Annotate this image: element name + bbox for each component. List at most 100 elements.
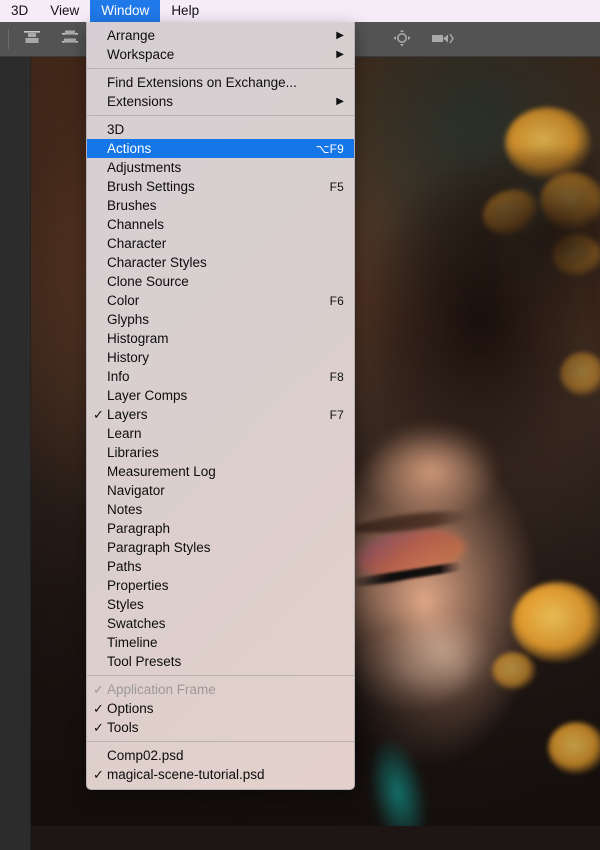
menu-item-label: Info [107,368,130,384]
menu-item-label: Character [107,235,167,251]
menu-item-label: Libraries [107,444,159,460]
menu-separator [87,675,354,676]
menu-item-options[interactable]: ✓ Options [87,699,354,718]
menu-item-label: Adjustments [107,159,182,175]
menubar-item-window[interactable]: Window [90,0,161,22]
menu-item-label: Clone Source [107,273,189,289]
menu-item-arrange[interactable]: Arrange ▶ [87,26,354,45]
options-bar-divider [8,29,9,49]
menu-item-channels[interactable]: Channels [87,215,354,234]
menu-item-label: Brush Settings [107,178,195,194]
menu-item-label: Extensions [107,93,174,109]
menu-item-tool-presets[interactable]: Tool Presets [87,652,354,671]
menu-item-label: Character Styles [107,254,207,270]
move-3d-object-icon[interactable] [391,28,419,50]
menu-item-character-styles[interactable]: Character Styles [87,253,354,272]
menubar-item-3d[interactable]: 3D [0,0,39,22]
menu-item-history[interactable]: History [87,348,354,367]
menu-item-workspace[interactable]: Workspace ▶ [87,45,354,64]
menu-item-brushes[interactable]: Brushes [87,196,354,215]
camera-3d-icon[interactable] [429,28,457,50]
document-bottom-gutter [30,826,600,850]
menu-item-label: Layer Comps [107,387,188,403]
menu-item-swatches[interactable]: Swatches [87,614,354,633]
menu-item-actions[interactable]: Actions ⌥F9 [87,139,354,158]
checkmark-icon: ✓ [93,767,104,782]
menu-item-label: Workspace [107,46,175,62]
menu-item-application-frame: ✓ Application Frame [87,680,354,699]
menu-item-label: Options [107,700,154,716]
menubar-item-view[interactable]: View [39,0,90,22]
menu-item-label: Paths [107,558,142,574]
menu-item-label: Learn [107,425,142,441]
photoshop-window: 3D View Window Help Arrange ▶ Workspace ▶ Find … [0,0,600,850]
menu-item-label: Swatches [107,615,166,631]
menu-item-notes[interactable]: Notes [87,500,354,519]
menu-item-label: Brushes [107,197,157,213]
menu-item-layers[interactable]: ✓ Layers F7 [87,405,354,424]
tools-panel-strip[interactable] [0,22,31,850]
submenu-arrow-icon: ▶ [336,29,344,41]
menu-item-label: Histogram [107,330,169,346]
menu-item-measurement-log[interactable]: Measurement Log [87,462,354,481]
menu-item-tools[interactable]: ✓ Tools [87,718,354,737]
menu-item-shortcut: F6 [329,293,344,308]
menu-item-label: Comp02.psd [107,747,184,763]
menu-item-label: magical-scene-tutorial.psd [107,766,265,782]
menu-item-label: Properties [107,577,169,593]
menu-item-extensions[interactable]: Extensions ▶ [87,92,354,111]
menubar-item-help[interactable]: Help [160,0,210,22]
menu-item-paths[interactable]: Paths [87,557,354,576]
menu-item-character[interactable]: Character [87,234,354,253]
window-dropdown-menu[interactable]: Arrange ▶ Workspace ▶ Find Extensions on Exc… [86,22,355,790]
menu-item-comp02-psd[interactable]: Comp02.psd [87,746,354,765]
menu-item-paragraph-styles[interactable]: Paragraph Styles [87,538,354,557]
menu-item-label: Timeline [107,634,158,650]
menubar-filler [210,0,600,22]
menu-item-paragraph[interactable]: Paragraph [87,519,354,538]
menu-item-label: Actions [107,140,152,156]
menu-item-label: Navigator [107,482,165,498]
menu-separator [87,68,354,69]
menu-item-adjustments[interactable]: Adjustments [87,158,354,177]
menu-item-styles[interactable]: Styles [87,595,354,614]
menu-item-glyphs[interactable]: Glyphs [87,310,354,329]
menu-item-label: Tools [107,719,139,735]
menu-item-shortcut: F8 [329,369,344,384]
menu-item-label: Layers [107,406,148,422]
menu-item-label: Channels [107,216,165,232]
menu-item-navigator[interactable]: Navigator [87,481,354,500]
menu-item-label: Color [107,292,140,308]
menu-separator [87,115,354,116]
menu-item-label: History [107,349,150,365]
menu-item-shortcut: ⌥F9 [315,141,344,156]
checkmark-icon: ✓ [93,682,104,697]
menu-item-properties[interactable]: Properties [87,576,354,595]
submenu-arrow-icon: ▶ [336,95,344,107]
menu-item-shortcut: F7 [329,407,344,422]
menu-item-color[interactable]: Color F6 [87,291,354,310]
menu-separator [87,741,354,742]
menu-item-magical-scene-tutorial-psd[interactable]: ✓ magical-scene-tutorial.psd [87,765,354,784]
menu-item-info[interactable]: Info F8 [87,367,354,386]
menu-item-layer-comps[interactable]: Layer Comps [87,386,354,405]
menu-item-label: Arrange [107,27,156,43]
align-top-edges-icon[interactable] [19,28,47,50]
align-vertical-centers-icon[interactable] [57,28,85,50]
checkmark-icon: ✓ [93,701,104,716]
menu-item-timeline[interactable]: Timeline [87,633,354,652]
menu-item-clone-source[interactable]: Clone Source [87,272,354,291]
menu-item-label: Tool Presets [107,653,182,669]
menu-item-label: Application Frame [107,681,216,697]
menu-item-shortcut: F5 [329,179,344,194]
menu-item-label: Paragraph [107,520,171,536]
menu-item-find-extensions-on-exchange[interactable]: Find Extensions on Exchange... [87,73,354,92]
menu-item-learn[interactable]: Learn [87,424,354,443]
menu-item-3d[interactable]: 3D [87,120,354,139]
menu-item-brush-settings[interactable]: Brush Settings F5 [87,177,354,196]
menu-bar[interactable]: 3D View Window Help [0,0,600,22]
menu-item-label: Measurement Log [107,463,216,479]
menu-item-libraries[interactable]: Libraries [87,443,354,462]
menu-item-histogram[interactable]: Histogram [87,329,354,348]
submenu-arrow-icon: ▶ [336,48,344,60]
